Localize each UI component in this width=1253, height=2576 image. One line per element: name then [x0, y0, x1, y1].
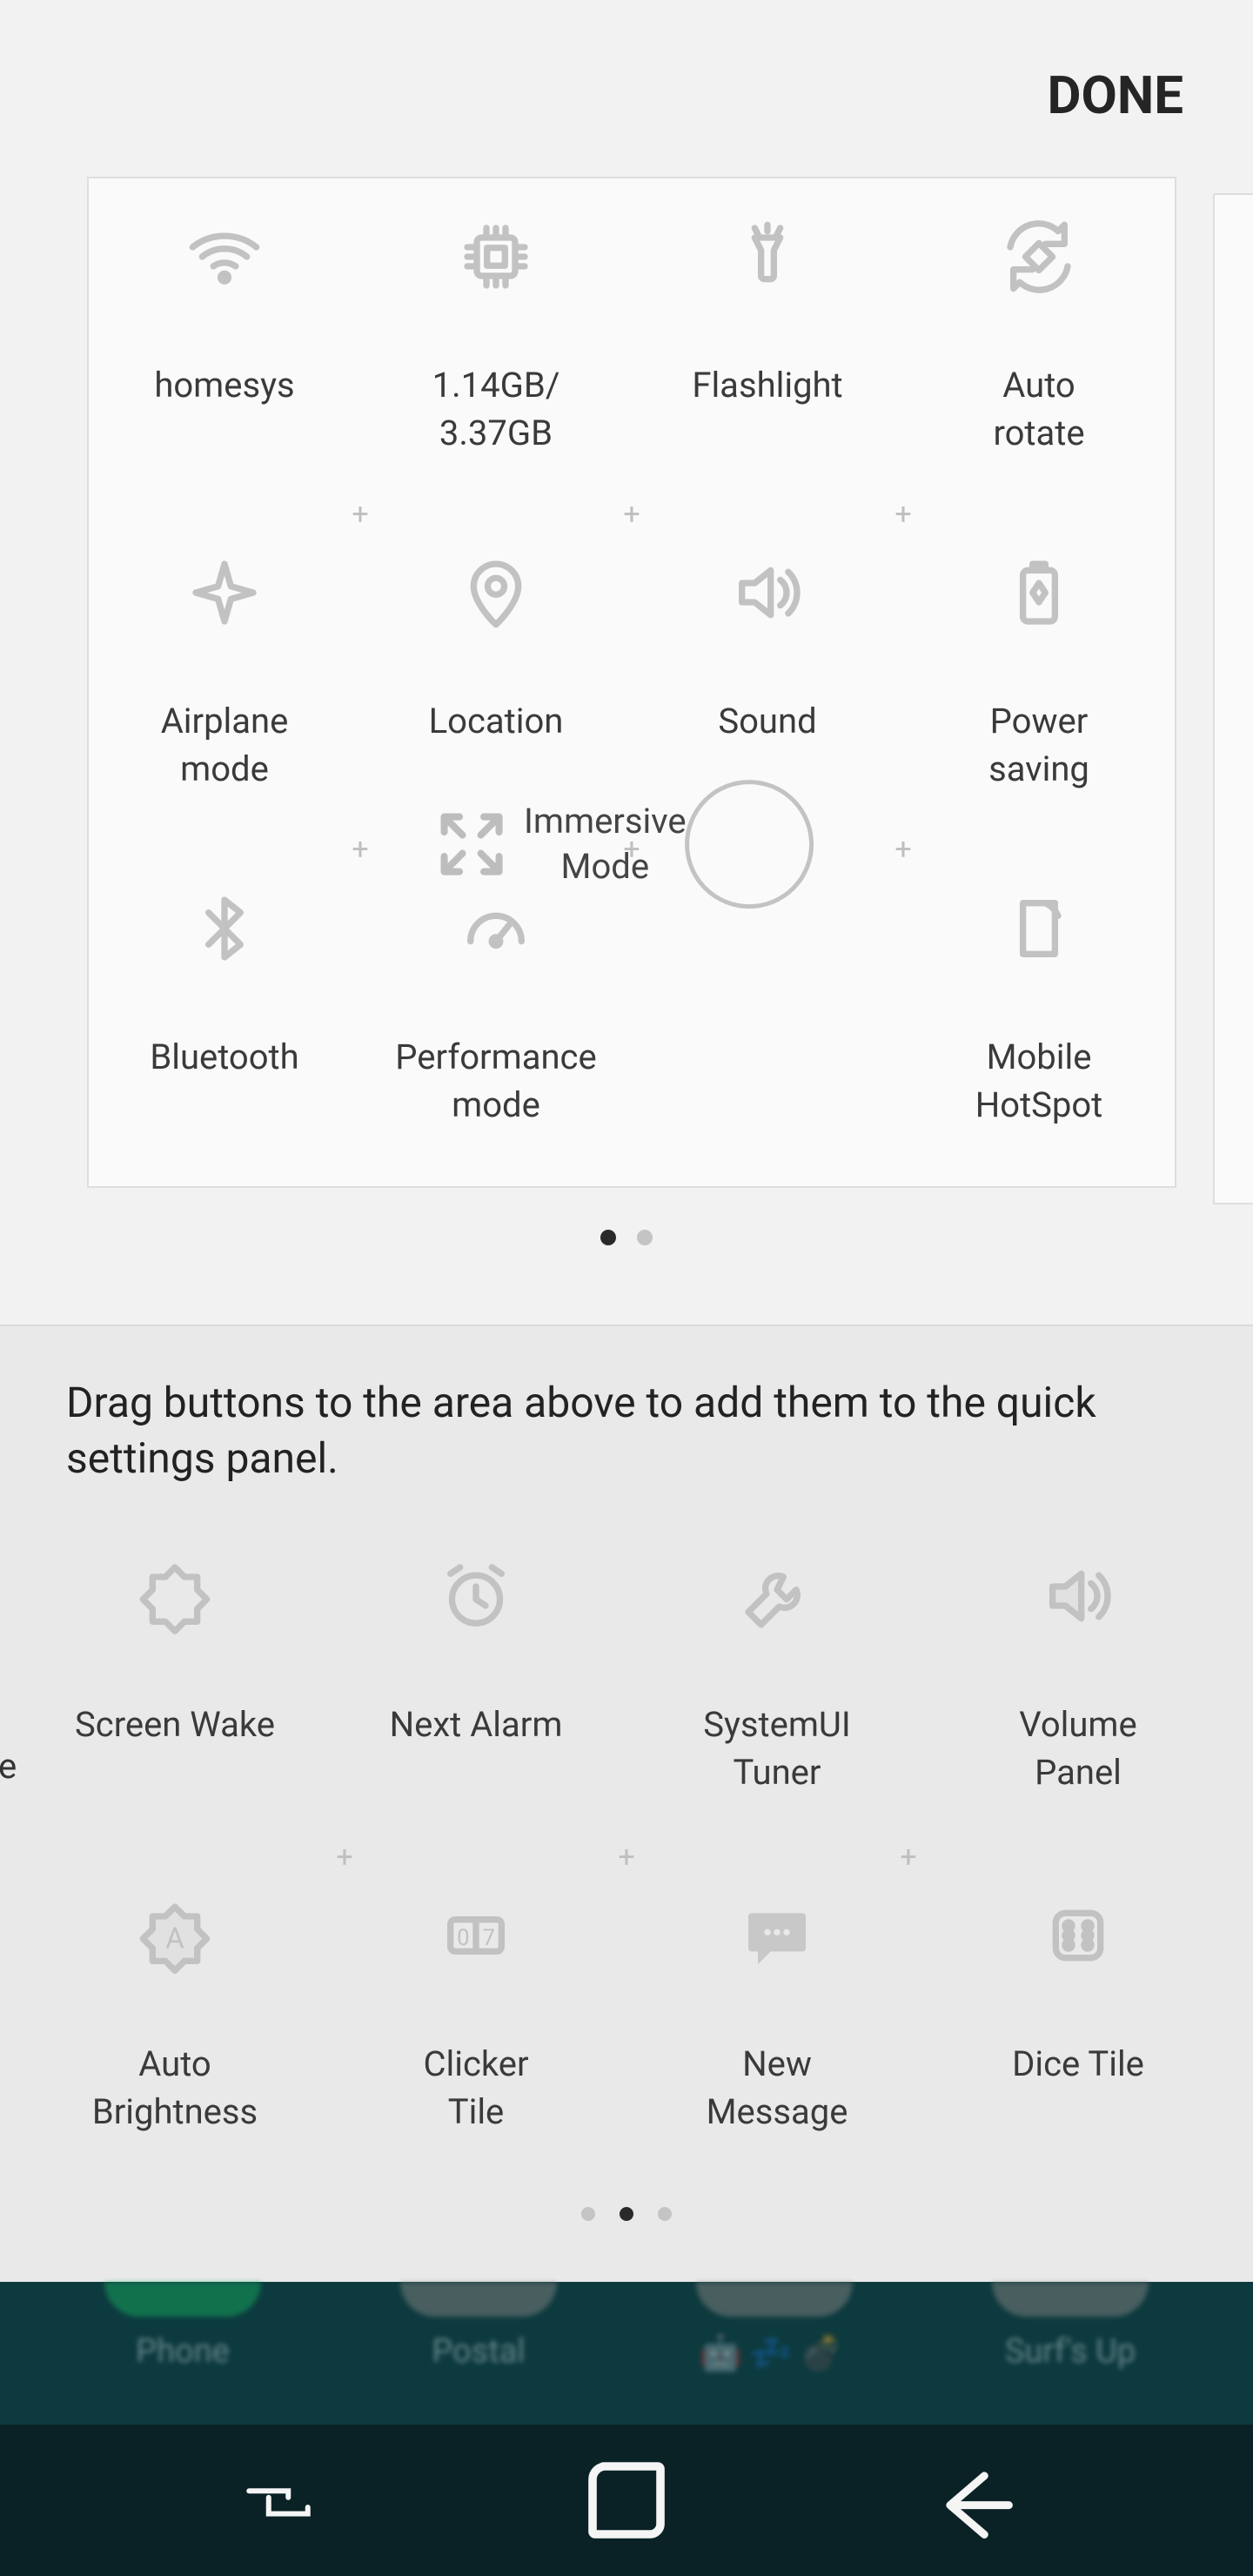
- tile-label: Volume Panel: [1019, 1701, 1136, 1796]
- tile-label: New Message: [707, 2040, 848, 2136]
- tile-1-14gb-3-37gb[interactable]: 1.14GB/ 3.37GB: [360, 178, 632, 514]
- dragged-tile-immersive[interactable]: Immersive Mode: [435, 780, 814, 909]
- edit-quick-settings-panel: DONE homesys 1.14GB/ 3.37GB Flashlight Auto…: [0, 0, 1253, 1325]
- tile-label: Auto rotate: [993, 361, 1084, 457]
- airplane-icon: [186, 554, 263, 631]
- svg-text:A: A: [165, 1922, 184, 1955]
- partial-tile-label: e: [0, 1746, 17, 1787]
- tile-dice-tile[interactable]: Dice Tile: [928, 1857, 1229, 2197]
- dock-item-blank[interactable]: 🤖💤💣: [633, 2282, 916, 2377]
- tile-power-saving[interactable]: Power saving: [903, 514, 1175, 850]
- page-indicator-bottom: [0, 2197, 1253, 2221]
- tile-label: Location: [429, 697, 564, 745]
- dock-label: Postal: [432, 2332, 525, 2371]
- volume-icon: [1040, 1558, 1116, 1634]
- app-icon: [104, 2282, 261, 2317]
- tile-label: Screen Wake: [75, 1701, 275, 1748]
- bluetooth-icon: [186, 890, 263, 967]
- instruction-text: Drag buttons to the area above to add th…: [0, 1326, 1253, 1518]
- tile-new-message[interactable]: New Message: [626, 1857, 928, 2197]
- tile-label: Performance mode: [395, 1033, 596, 1129]
- tile-clicker-tile[interactable]: 07 Clicker Tile: [325, 1857, 626, 2197]
- tile-volume-panel[interactable]: Volume Panel: [928, 1518, 1229, 1857]
- brightness-icon: [137, 1558, 213, 1634]
- cpu-icon: [458, 218, 534, 295]
- expand-icon: [435, 808, 508, 881]
- svg-text:0: 0: [457, 1925, 469, 1951]
- tile-flashlight[interactable]: Flashlight: [632, 178, 903, 514]
- tile-label: Auto Brightness: [92, 2040, 258, 2136]
- dragged-tile-label: Immersive Mode: [524, 799, 687, 889]
- dock-label: Surf's Up: [1005, 2332, 1136, 2371]
- page-dot[interactable]: [620, 2207, 633, 2221]
- tile-bluetooth[interactable]: Bluetooth: [89, 850, 360, 1186]
- sound-icon: [729, 554, 806, 631]
- tile-label: 1.14GB/ 3.37GB: [432, 361, 560, 457]
- hotspot-icon: [1001, 890, 1077, 967]
- next-card-peek: [1213, 193, 1253, 1204]
- available-tiles-panel: Drag buttons to the area above to add th…: [0, 1325, 1253, 2282]
- done-button[interactable]: DONE: [1048, 64, 1183, 126]
- tile-label: Dice Tile: [1012, 2040, 1144, 2088]
- wifi-icon: [186, 218, 263, 295]
- tile-label: Clicker Tile: [423, 2040, 528, 2136]
- home-button[interactable]: [587, 2476, 666, 2525]
- app-icon: [400, 2282, 557, 2317]
- app-icon: [696, 2282, 853, 2317]
- tile-label: homesys: [154, 361, 294, 409]
- tile-label: SystemUI Tuner: [703, 1701, 851, 1796]
- tile-auto-rotate[interactable]: Auto rotate: [903, 178, 1175, 514]
- tile-label: Bluetooth: [150, 1033, 298, 1081]
- dice-icon: [1040, 1897, 1116, 1974]
- flashlight-icon: [729, 218, 806, 295]
- tile-label: Airplane mode: [161, 697, 289, 793]
- dock-item-phone[interactable]: Phone: [41, 2282, 325, 2371]
- tile-auto-brightness[interactable]: A Auto Brightness: [24, 1857, 325, 2197]
- dock-item-postal[interactable]: Postal: [337, 2282, 620, 2371]
- tile-label: Next Alarm: [390, 1701, 563, 1748]
- battery-icon: [1001, 554, 1077, 631]
- tile-label: Power saving: [988, 697, 1089, 793]
- svg-text:7: 7: [482, 1925, 494, 1951]
- tile-mobile-hotspot[interactable]: Mobile HotSpot: [903, 850, 1175, 1186]
- page-dot[interactable]: [658, 2207, 672, 2221]
- tile-airplane-mode[interactable]: Airplane mode: [89, 514, 360, 850]
- message-icon: [739, 1897, 815, 1974]
- tile-next-alarm[interactable]: Next Alarm: [325, 1518, 626, 1857]
- dock-item-surf-s-up[interactable]: Surf's Up: [928, 2282, 1212, 2371]
- page-indicator-top: [0, 1188, 1253, 1245]
- autobright-icon: A: [137, 1897, 213, 1974]
- home-dock: Phone Postal 🤖💤💣 Surf's Up: [0, 2282, 1253, 2425]
- navigation-bar: [0, 2425, 1253, 2576]
- tile-label: Mobile HotSpot: [975, 1033, 1103, 1129]
- recents-button[interactable]: [239, 2476, 318, 2525]
- page-dot[interactable]: [600, 1230, 616, 1245]
- location-icon: [458, 554, 534, 631]
- tile-homesys[interactable]: homesys: [89, 178, 360, 514]
- page-dot[interactable]: [581, 2207, 595, 2221]
- tile-label: Flashlight: [692, 361, 842, 409]
- tile-label: Sound: [718, 697, 816, 745]
- drop-circle-icon: [685, 780, 814, 909]
- back-button[interactable]: [935, 2476, 1014, 2525]
- counter-icon: 07: [438, 1897, 514, 1974]
- page-dot[interactable]: [637, 1230, 653, 1245]
- rotate-icon: [1001, 218, 1077, 295]
- folder-emoji-label: 🤖💤💣: [699, 2332, 849, 2373]
- wrench-icon: [739, 1558, 815, 1634]
- tile-systemui-tuner[interactable]: SystemUI Tuner: [626, 1518, 928, 1857]
- tile-screen-wake[interactable]: Screen Wake: [24, 1518, 325, 1857]
- app-icon: [992, 2282, 1149, 2317]
- alarm-icon: [438, 1558, 514, 1634]
- dock-label: Phone: [136, 2332, 230, 2371]
- active-tiles-card: homesys 1.14GB/ 3.37GB Flashlight Auto rota…: [87, 177, 1176, 1188]
